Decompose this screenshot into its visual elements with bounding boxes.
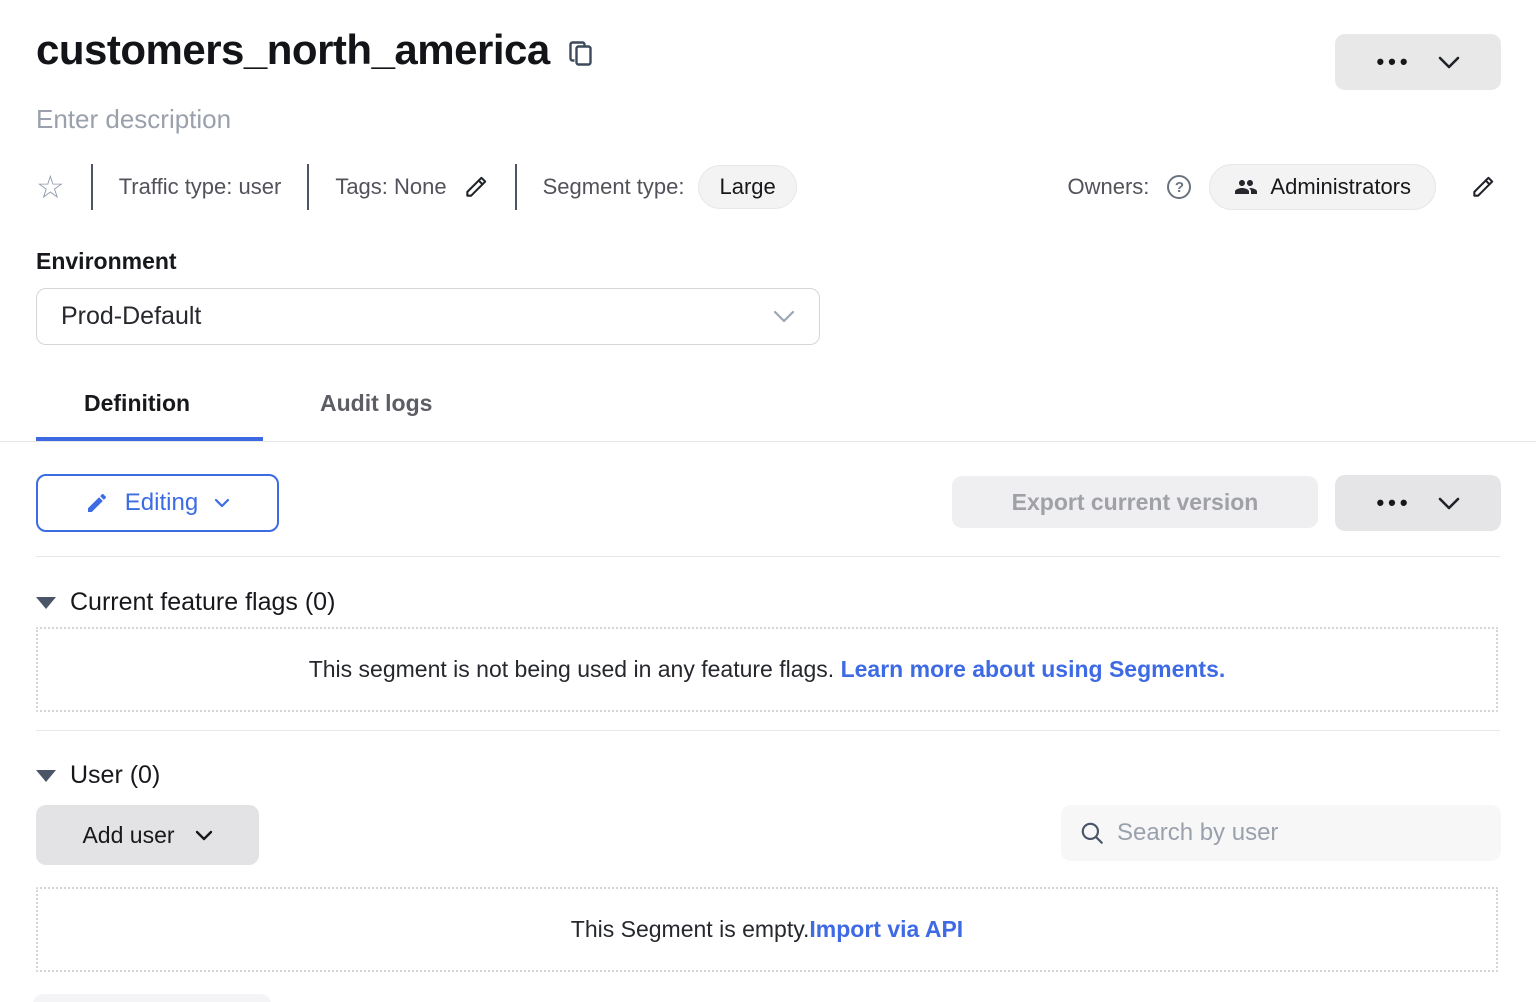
chevron-down-icon (214, 498, 230, 508)
owners-label: Owners: (1067, 174, 1149, 200)
ellipsis-icon: ••• (1376, 51, 1411, 73)
export-current-version-button[interactable]: Export current version (952, 476, 1318, 528)
tab-baseline-divider (0, 441, 1536, 442)
owners-badge[interactable]: Administrators (1209, 164, 1436, 210)
add-user-button[interactable]: Add user (36, 805, 259, 865)
page-title: customers_north_america (36, 26, 550, 74)
segment-empty-text: This Segment is empty. (571, 916, 810, 943)
chevron-down-icon (195, 830, 213, 841)
import-via-api-link[interactable]: Import via API (809, 916, 963, 943)
owners-row: Owners: ? Administrators (1067, 162, 1496, 212)
header-more-button[interactable]: ••• (1335, 34, 1501, 90)
add-user-label: Add user (82, 822, 174, 849)
tab-definition[interactable]: Definition (84, 390, 190, 417)
description-placeholder[interactable]: Enter description (36, 104, 231, 135)
user-section-title: User (0) (70, 761, 160, 790)
environment-label: Environment (36, 248, 177, 275)
search-icon (1079, 820, 1105, 846)
favorite-star-icon[interactable]: ☆ (36, 171, 65, 203)
tab-audit-logs[interactable]: Audit logs (320, 390, 432, 417)
collapse-triangle-icon (36, 770, 56, 782)
meta-separator (515, 164, 517, 210)
environment-select[interactable]: Prod-Default (36, 288, 820, 345)
header: customers_north_america (36, 26, 595, 74)
editing-label: Editing (125, 489, 198, 517)
toolbar-more-button[interactable]: ••• (1335, 475, 1501, 531)
feature-flags-empty-state: This segment is not being used in any fe… (36, 627, 1498, 712)
search-by-user-input[interactable] (1117, 819, 1483, 847)
learn-more-link[interactable]: Learn more about using Segments. (841, 656, 1226, 683)
help-icon[interactable]: ? (1167, 175, 1191, 199)
chevron-down-icon (1438, 56, 1460, 69)
meta-separator (307, 164, 309, 210)
cut-off-bottom-element (33, 994, 271, 1002)
meta-row: ☆ Traffic type: user Tags: None Segment … (36, 162, 797, 212)
edit-tags-pencil-icon[interactable] (463, 174, 489, 200)
environment-selected-value: Prod-Default (61, 302, 773, 331)
owners-value: Administrators (1270, 174, 1411, 200)
feature-flags-empty-text: This segment is not being used in any fe… (309, 656, 834, 683)
segment-type-badge: Large (698, 165, 796, 209)
ellipsis-icon: ••• (1376, 492, 1411, 514)
segment-type-label: Segment type: (543, 174, 685, 200)
chevron-down-icon (1438, 497, 1460, 510)
meta-separator (91, 164, 93, 210)
collapse-triangle-icon (36, 597, 56, 609)
tags-label: Tags: None (335, 174, 446, 200)
edit-owners-pencil-icon[interactable] (1470, 174, 1496, 200)
feature-flags-section-title: Current feature flags (0) (70, 588, 335, 617)
traffic-type-label: Traffic type: user (119, 174, 282, 200)
feature-flags-section-header[interactable]: Current feature flags (0) (36, 588, 335, 617)
editing-mode-button[interactable]: Editing (36, 474, 279, 532)
section-divider (36, 730, 1500, 731)
pencil-icon (85, 491, 109, 515)
user-section-header[interactable]: User (0) (36, 761, 160, 790)
chevron-down-icon (773, 310, 795, 323)
people-icon (1234, 175, 1258, 199)
segment-empty-state: This Segment is empty. Import via API (36, 887, 1498, 972)
copy-icon[interactable] (568, 38, 595, 69)
section-divider (36, 556, 1500, 557)
user-search-box (1061, 805, 1501, 861)
segment-detail-page: customers_north_america ••• Enter descri… (0, 0, 1536, 1002)
